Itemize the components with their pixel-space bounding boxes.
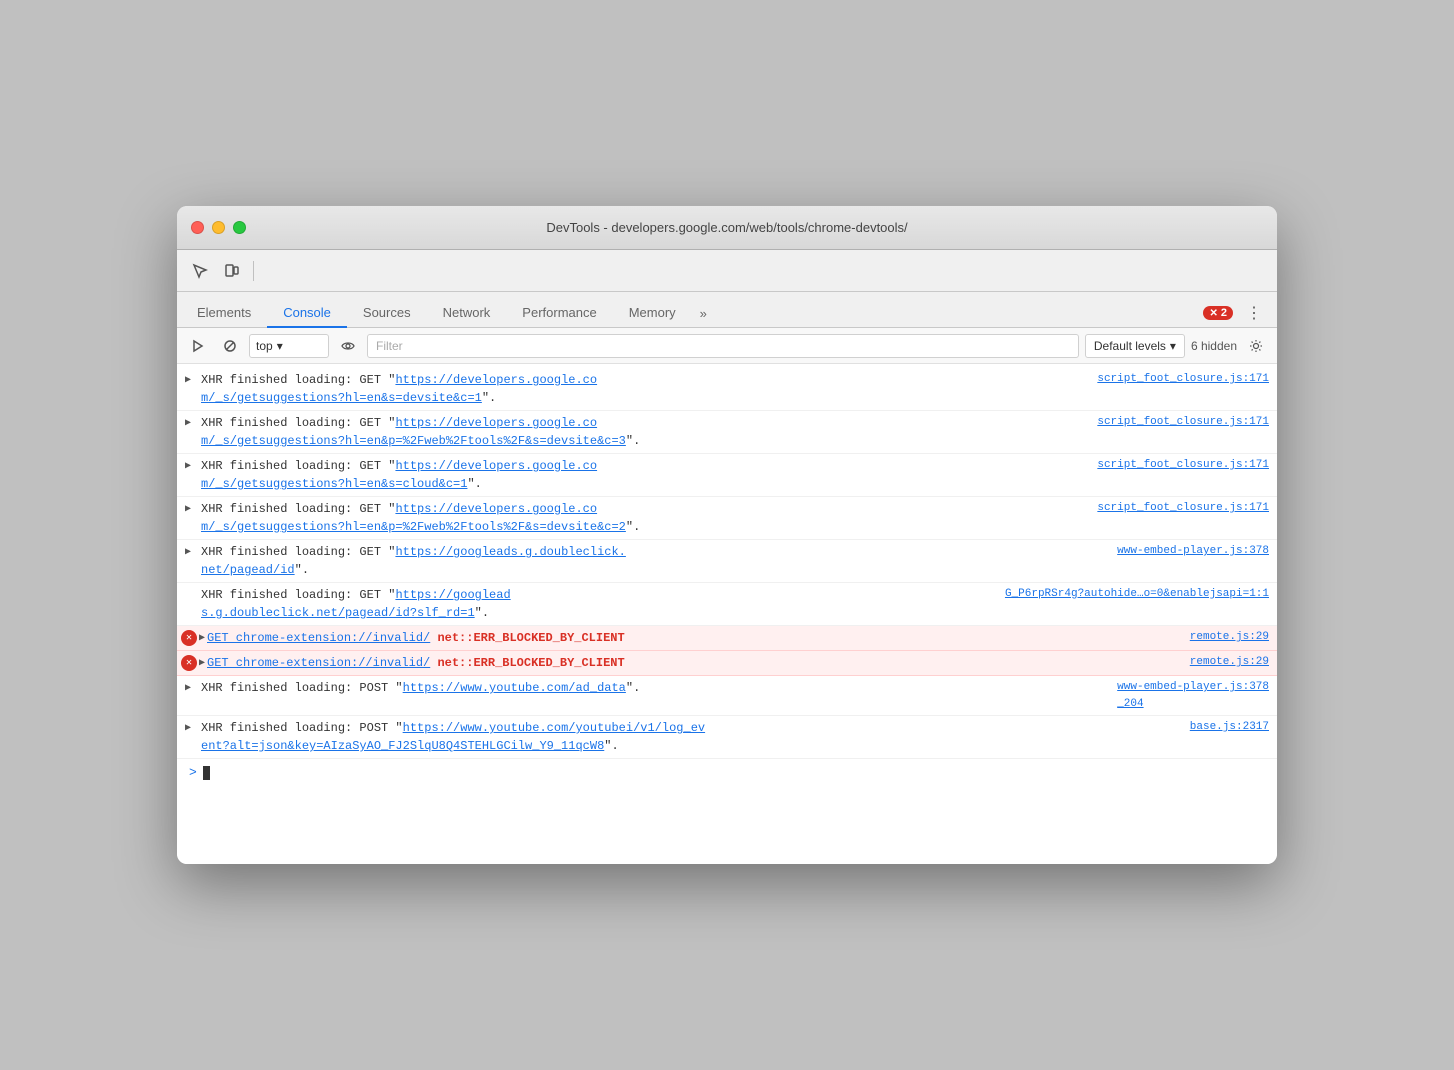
context-select[interactable]: top ▾ bbox=[249, 334, 329, 358]
error-count: 2 bbox=[1221, 307, 1227, 319]
list-item: ▶ XHR finished loading: GET "https://dev… bbox=[177, 411, 1277, 454]
tab-bar: Elements Console Sources Network Perform… bbox=[177, 292, 1277, 328]
error-circle-icon: ✕ bbox=[181, 630, 197, 646]
tab-elements[interactable]: Elements bbox=[181, 299, 267, 328]
expand-icon[interactable]: ▶ bbox=[185, 373, 191, 388]
entry-source[interactable]: remote.js:29 bbox=[1190, 629, 1269, 646]
entry-source[interactable]: base.js:2317 bbox=[1190, 719, 1269, 736]
minimize-button[interactable] bbox=[212, 221, 225, 234]
tab-bar-right: ✕ 2 ⋮ bbox=[1203, 299, 1273, 327]
eye-button[interactable] bbox=[335, 334, 361, 358]
prompt-arrow: > bbox=[189, 765, 197, 780]
window-title: DevTools - developers.google.com/web/too… bbox=[546, 220, 907, 235]
expand-icon[interactable]: ▶ bbox=[185, 681, 191, 696]
list-item: ▶ XHR finished loading: POST "https://ww… bbox=[177, 676, 1277, 716]
list-item: ▶ XHR finished loading: GET "https://dev… bbox=[177, 497, 1277, 540]
entry-content: XHR finished loading: GET "https://devel… bbox=[201, 500, 1089, 536]
entry-source[interactable]: remote.js:29 bbox=[1190, 654, 1269, 671]
expand-icon[interactable]: ▶ bbox=[185, 459, 191, 474]
hidden-count: 6 hidden bbox=[1191, 339, 1237, 353]
maximize-button[interactable] bbox=[233, 221, 246, 234]
list-item: ▶ XHR finished loading: POST "https://ww… bbox=[177, 716, 1277, 759]
context-value: top bbox=[256, 339, 273, 353]
tab-more-button[interactable]: » bbox=[692, 300, 715, 327]
error-x-icon: ✕ bbox=[1209, 308, 1217, 319]
entry-source[interactable]: www-embed-player.js:378_204 bbox=[1117, 679, 1269, 712]
tab-performance[interactable]: Performance bbox=[506, 299, 612, 328]
inspect-element-button[interactable] bbox=[185, 257, 215, 285]
list-item: XHR finished loading: GET "https://googl… bbox=[177, 583, 1277, 626]
devtools-window: DevTools - developers.google.com/web/too… bbox=[177, 206, 1277, 864]
expand-icon-error[interactable]: ▶ bbox=[199, 656, 205, 671]
levels-label: Default levels bbox=[1094, 339, 1166, 353]
entry-content: XHR finished loading: GET "https://devel… bbox=[201, 371, 1089, 407]
list-item: ▶ XHR finished loading: GET "https://dev… bbox=[177, 454, 1277, 497]
expand-icon[interactable]: ▶ bbox=[185, 721, 191, 736]
expand-icon[interactable]: ▶ bbox=[185, 416, 191, 431]
tab-network[interactable]: Network bbox=[427, 299, 507, 328]
entry-source[interactable]: script_foot_closure.js:171 bbox=[1097, 457, 1269, 474]
expand-icon[interactable]: ▶ bbox=[185, 545, 191, 560]
entry-content: XHR finished loading: POST "https://www.… bbox=[201, 679, 1109, 697]
entry-content: GET chrome-extension://invalid/ net::ERR… bbox=[207, 654, 1182, 672]
list-item: ✕ ▶ GET chrome-extension://invalid/ net:… bbox=[177, 626, 1277, 651]
prompt-cursor bbox=[203, 766, 210, 780]
device-toolbar-button[interactable] bbox=[217, 257, 247, 285]
titlebar: DevTools - developers.google.com/web/too… bbox=[177, 206, 1277, 250]
entry-source[interactable]: script_foot_closure.js:171 bbox=[1097, 500, 1269, 517]
execute-button[interactable] bbox=[185, 334, 211, 358]
entry-content: GET chrome-extension://invalid/ net::ERR… bbox=[207, 629, 1182, 647]
context-arrow: ▾ bbox=[277, 339, 283, 353]
tab-sources[interactable]: Sources bbox=[347, 299, 427, 328]
console-body: ▶ XHR finished loading: GET "https://dev… bbox=[177, 364, 1277, 864]
entry-content: XHR finished loading: GET "https://devel… bbox=[201, 414, 1089, 450]
entry-content: XHR finished loading: POST "https://www.… bbox=[201, 719, 1182, 755]
console-prompt[interactable]: > bbox=[177, 759, 1277, 786]
list-item: ▶ XHR finished loading: GET "https://dev… bbox=[177, 368, 1277, 411]
toolbar-divider-1 bbox=[253, 261, 254, 281]
traffic-lights bbox=[191, 221, 246, 234]
close-button[interactable] bbox=[191, 221, 204, 234]
entry-source[interactable]: www-embed-player.js:378 bbox=[1117, 543, 1269, 560]
error-count-badge[interactable]: ✕ 2 bbox=[1203, 306, 1233, 320]
tab-memory[interactable]: Memory bbox=[613, 299, 692, 328]
kebab-menu-button[interactable]: ⋮ bbox=[1239, 299, 1269, 327]
list-item: ▶ XHR finished loading: GET "https://goo… bbox=[177, 540, 1277, 583]
entry-source[interactable]: G_P6rpRSr4g?autohide…o=0&enablejsapi=1:1 bbox=[1005, 586, 1269, 603]
entry-content: XHR finished loading: GET "https://devel… bbox=[201, 457, 1089, 493]
console-toolbar: top ▾ Default levels ▾ 6 hidden bbox=[177, 328, 1277, 364]
expand-icon[interactable]: ▶ bbox=[185, 502, 191, 517]
levels-dropdown[interactable]: Default levels ▾ bbox=[1085, 334, 1185, 358]
levels-arrow: ▾ bbox=[1170, 339, 1176, 353]
entry-content: XHR finished loading: GET "https://googl… bbox=[201, 586, 997, 622]
expand-icon-error[interactable]: ▶ bbox=[199, 631, 205, 646]
main-toolbar bbox=[177, 250, 1277, 292]
tab-console[interactable]: Console bbox=[267, 299, 347, 328]
list-item: ✕ ▶ GET chrome-extension://invalid/ net:… bbox=[177, 651, 1277, 676]
entry-content: XHR finished loading: GET "https://googl… bbox=[201, 543, 1109, 579]
entry-source[interactable]: script_foot_closure.js:171 bbox=[1097, 414, 1269, 431]
entry-source[interactable]: script_foot_closure.js:171 bbox=[1097, 371, 1269, 388]
error-circle-icon: ✕ bbox=[181, 655, 197, 671]
filter-input[interactable] bbox=[367, 334, 1079, 358]
block-button[interactable] bbox=[217, 334, 243, 358]
settings-button[interactable] bbox=[1243, 334, 1269, 358]
